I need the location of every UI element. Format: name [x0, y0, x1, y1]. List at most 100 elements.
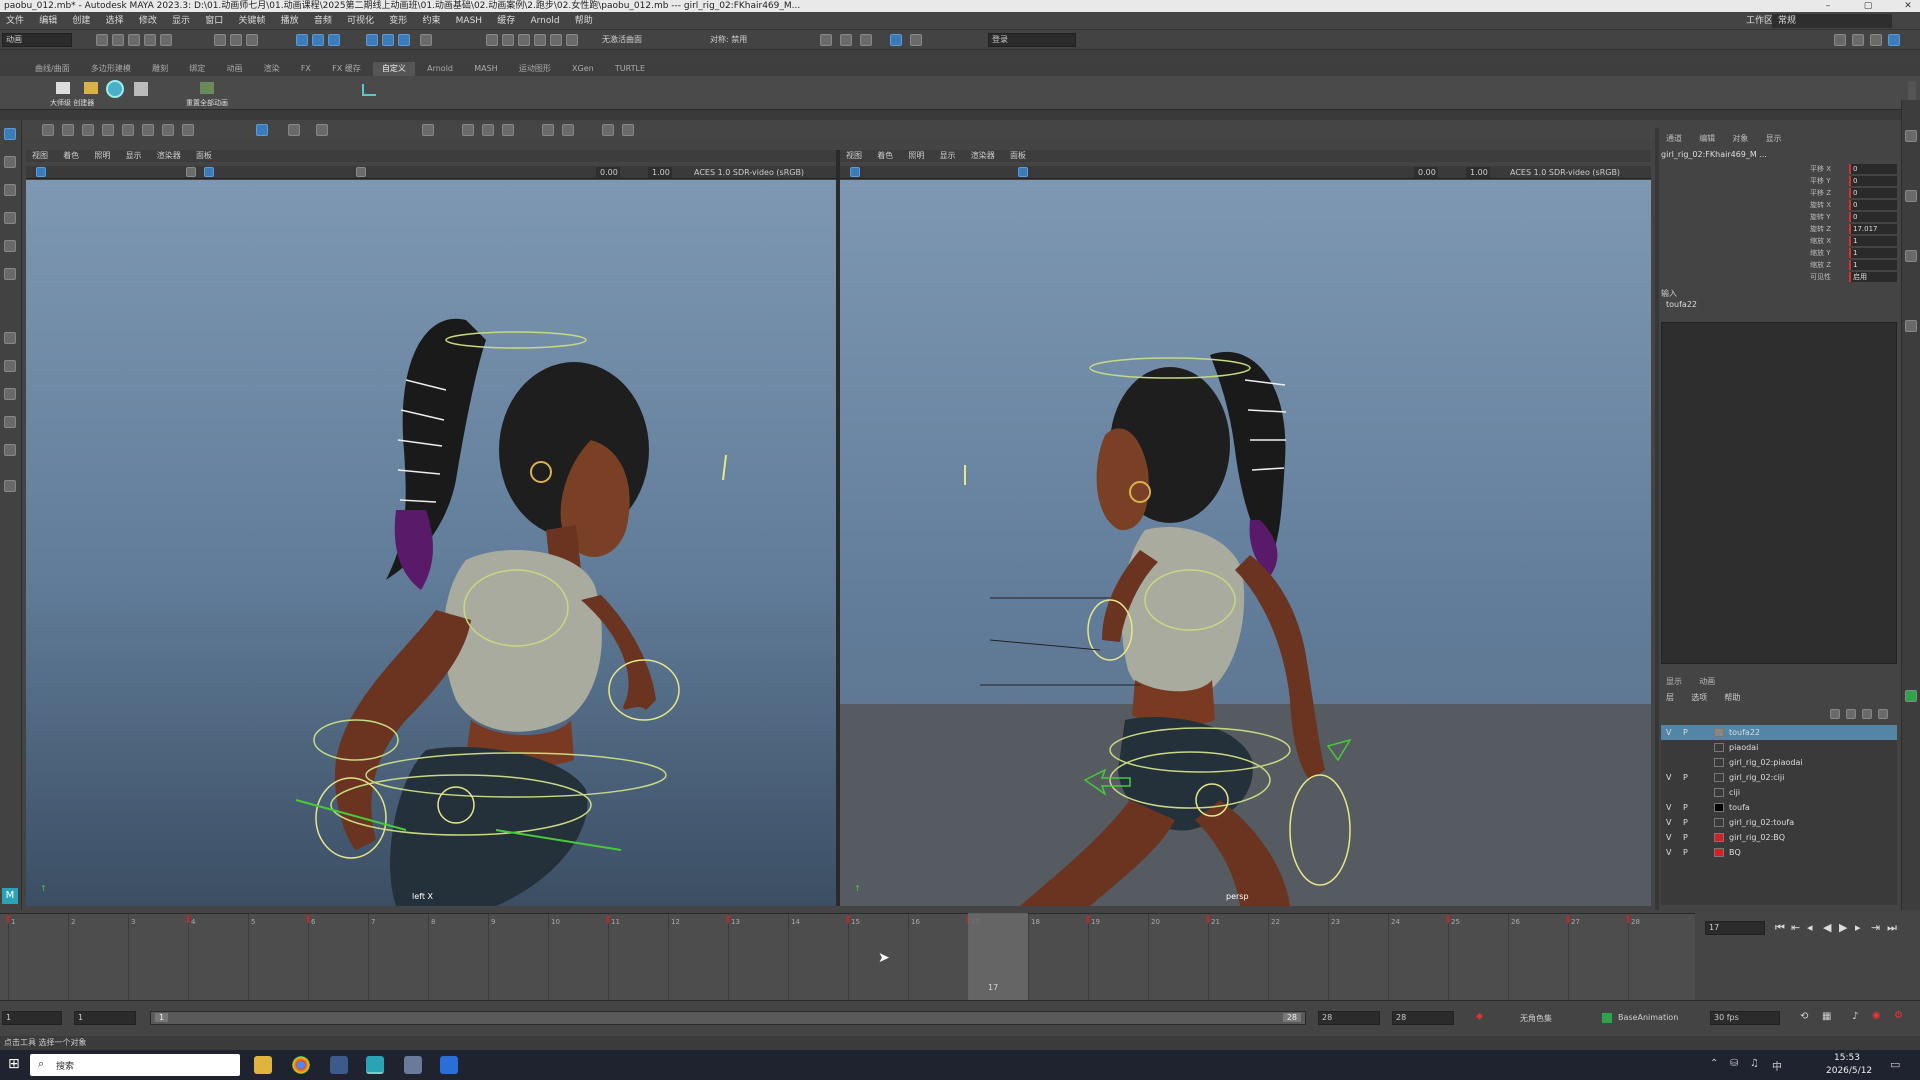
- text-tool-icon[interactable]: [102, 124, 114, 136]
- notification-icon[interactable]: ▭: [1890, 1058, 1900, 1071]
- tool-tab-icon[interactable]: [1905, 190, 1917, 202]
- keyframe-tick[interactable]: [7, 915, 9, 923]
- loop-icon[interactable]: ⟲: [1800, 1011, 1808, 1022]
- viewport2-menu-renderer[interactable]: 渲染器: [965, 150, 1001, 162]
- undo-icon[interactable]: [144, 34, 156, 46]
- rectangle-tool-icon[interactable]: [162, 124, 174, 136]
- keyframe-tick[interactable]: [1207, 915, 1209, 923]
- play-forward-icon[interactable]: ▶: [1839, 921, 1847, 934]
- layer-color-swatch[interactable]: [1714, 773, 1724, 782]
- shelf-tab-turtle[interactable]: TURTLE: [606, 62, 654, 76]
- keyframe-tick[interactable]: [307, 915, 309, 923]
- panel-splitter[interactable]: [1655, 128, 1659, 910]
- next-drawing-icon[interactable]: [562, 124, 574, 136]
- keyframe-tick[interactable]: [1567, 915, 1569, 923]
- menu-visualize[interactable]: 可视化: [341, 12, 380, 30]
- layer-playback-toggle[interactable]: P: [1683, 725, 1693, 740]
- channel-value[interactable]: 1: [1849, 236, 1897, 246]
- layer-color-swatch[interactable]: [1714, 848, 1724, 857]
- layer-color-swatch[interactable]: [1714, 833, 1724, 842]
- menu-playback[interactable]: 播放: [275, 12, 305, 30]
- viewport2-menu-shading[interactable]: 着色: [871, 150, 899, 162]
- channel-box-object-name[interactable]: girl_rig_02:FKhair469_M ...: [1661, 150, 1767, 159]
- layer-menu-layers[interactable]: 层: [1659, 691, 1681, 705]
- hik-icon[interactable]: [1905, 690, 1917, 702]
- channel-value[interactable]: 0: [1849, 212, 1897, 222]
- range-slider-start[interactable]: 1: [155, 1013, 169, 1022]
- layer-playback-toggle[interactable]: P: [1683, 800, 1693, 815]
- step-back-key-icon[interactable]: ⇤: [1791, 921, 1800, 934]
- render-view-icon[interactable]: [566, 34, 578, 46]
- layout-four-icon[interactable]: [4, 388, 16, 400]
- menu-constrain[interactable]: 约束: [416, 12, 446, 30]
- keyframe-tick[interactable]: [1447, 915, 1449, 923]
- new-layer-selected-icon[interactable]: [1878, 709, 1888, 719]
- snap-curve-icon[interactable]: [312, 34, 324, 46]
- menu-audio[interactable]: 音频: [308, 12, 338, 30]
- gamma2-field[interactable]: 1.00: [1466, 167, 1490, 178]
- new-scene-icon[interactable]: [96, 34, 108, 46]
- layer-tab-anim[interactable]: 动画: [1692, 675, 1722, 689]
- make-live-icon[interactable]: [382, 34, 394, 46]
- menu-create[interactable]: 创建: [66, 12, 96, 30]
- keyframe-tick[interactable]: [187, 915, 189, 923]
- layer-up-icon[interactable]: [1830, 709, 1840, 719]
- channel-tab-edit[interactable]: 编辑: [1692, 132, 1722, 146]
- channel-tab-object[interactable]: 对象: [1725, 132, 1755, 146]
- ghost-icon[interactable]: [288, 124, 300, 136]
- move-tool-icon[interactable]: [4, 212, 16, 224]
- current-time-field[interactable]: 17: [1705, 921, 1765, 935]
- layer-visibility-toggle[interactable]: V: [1666, 815, 1676, 830]
- auto-key-icon[interactable]: ⬥: [1476, 1011, 1483, 1022]
- cache-icon[interactable]: ▦: [1822, 1011, 1831, 1022]
- modeling-tab-icon[interactable]: [1905, 250, 1917, 262]
- menu-windows[interactable]: 窗口: [199, 12, 229, 30]
- menu-cache[interactable]: 缓存: [491, 12, 521, 30]
- viewport2-menu-view[interactable]: 视图: [840, 150, 868, 162]
- step-forward-key-icon[interactable]: ⇥: [1871, 921, 1880, 934]
- menu-edit[interactable]: 编辑: [33, 12, 63, 30]
- layout-single-icon[interactable]: [4, 360, 16, 372]
- playback-end-field[interactable]: 28: [1318, 1011, 1380, 1025]
- layer-row[interactable]: ciji: [1661, 785, 1897, 800]
- viewport-persp[interactable]: persp ↑: [840, 180, 1651, 906]
- character-set-dropdown[interactable]: 无角色集: [1520, 1013, 1552, 1024]
- layer-down-icon[interactable]: [1846, 709, 1856, 719]
- snap-view-plane-icon[interactable]: [366, 34, 378, 46]
- step-forward-frame-icon[interactable]: ▸: [1855, 921, 1861, 934]
- range-slider-end[interactable]: 28: [1282, 1013, 1301, 1022]
- layer-row[interactable]: piaodai: [1661, 740, 1897, 755]
- channel-visibility[interactable]: 可见性 启用: [1810, 272, 1898, 283]
- channel-value[interactable]: 1: [1849, 248, 1897, 258]
- attribute-tab-icon[interactable]: [1905, 130, 1917, 142]
- layer-visibility-toggle[interactable]: V: [1666, 845, 1676, 860]
- select-hierarchy-icon[interactable]: [214, 34, 226, 46]
- search-icon[interactable]: [4, 480, 16, 492]
- channel-value[interactable]: 1: [1849, 260, 1897, 270]
- channel-value[interactable]: 0: [1849, 188, 1897, 198]
- input-output-icon[interactable]: [420, 34, 432, 46]
- go-to-end-icon[interactable]: ⏭: [1887, 921, 1897, 935]
- go-to-start-icon[interactable]: ⏮: [1775, 921, 1785, 935]
- paste-icon[interactable]: [502, 124, 514, 136]
- isolate-select-icon[interactable]: [356, 167, 366, 177]
- shelf-tab-fx[interactable]: FX: [292, 62, 320, 76]
- minimize-icon[interactable]: –: [1820, 0, 1836, 12]
- layer-color-swatch[interactable]: [1714, 788, 1724, 797]
- last-tool-icon[interactable]: [4, 332, 16, 344]
- paint-select-icon[interactable]: [4, 184, 16, 196]
- sound-icon[interactable]: ♪: [1852, 1011, 1858, 1022]
- import-icon[interactable]: [622, 124, 634, 136]
- shelf-tab-rendering[interactable]: 渲染: [255, 62, 289, 76]
- workspace-dropdown[interactable]: 常规: [1772, 14, 1892, 28]
- select-component-icon[interactable]: [246, 34, 258, 46]
- channel-rotate-y[interactable]: 旋转 Y 0: [1810, 212, 1898, 223]
- keyframe-tick[interactable]: [1627, 915, 1629, 923]
- prev-drawing-icon[interactable]: [542, 124, 554, 136]
- play-backward-icon[interactable]: ◀: [1823, 921, 1831, 934]
- layer-visibility-toggle[interactable]: V: [1666, 800, 1676, 815]
- layer-row[interactable]: girl_rig_02:piaodai: [1661, 755, 1897, 770]
- login-dropdown[interactable]: 登录: [988, 33, 1076, 47]
- shelf-tab-curves[interactable]: 曲线/曲面: [26, 62, 79, 76]
- tool-settings-icon[interactable]: [1870, 34, 1882, 46]
